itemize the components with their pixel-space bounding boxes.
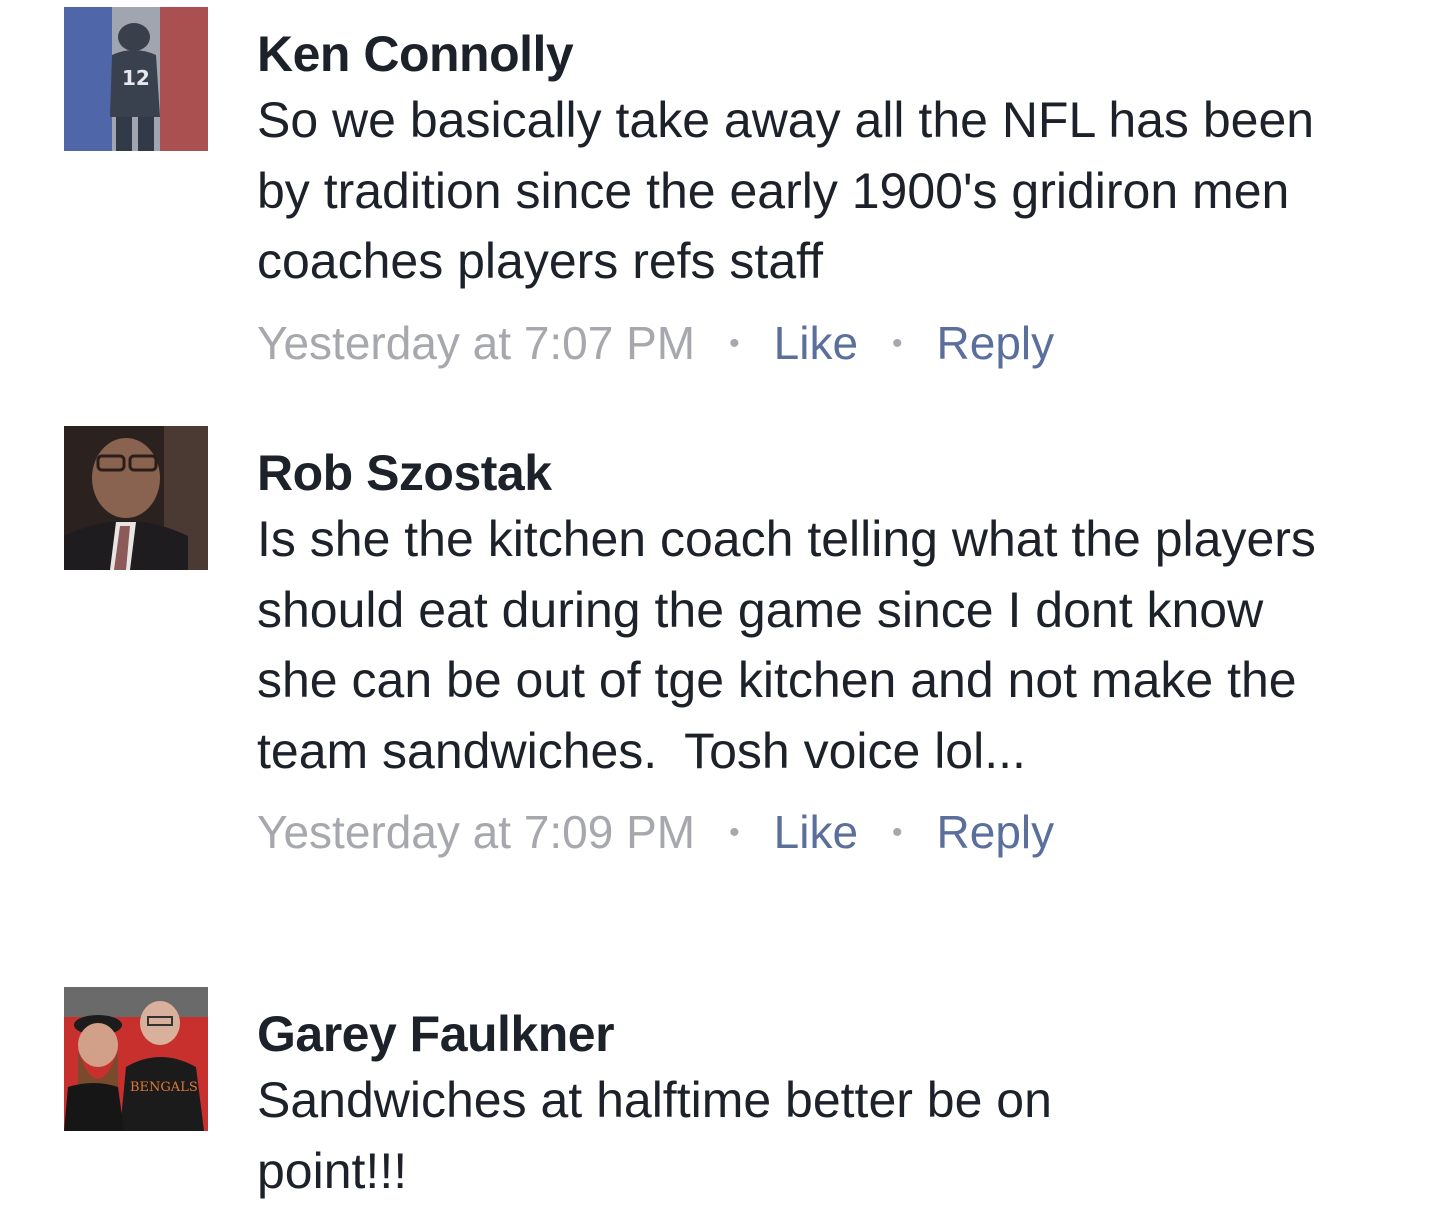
avatar[interactable] [64, 426, 208, 570]
comment-body: Rob Szostak Is she the kitchen coach tel… [257, 426, 1377, 863]
avatar[interactable]: BENGALS [64, 987, 208, 1131]
avatar-image: 12 [64, 7, 208, 151]
avatar-image: BENGALS [64, 987, 208, 1131]
comment-body: Garey Faulkner Sandwiches at halftime be… [257, 987, 1377, 1206]
separator-dot: • [729, 326, 740, 360]
separator-dot: • [729, 816, 740, 849]
avatar[interactable]: 12 [64, 7, 208, 151]
comment-meta: Yesterday at 7:07 PM • Like • Reply [257, 313, 1377, 374]
avatar-image [64, 426, 208, 570]
like-button[interactable]: Like [774, 806, 858, 858]
reply-button[interactable]: Reply [937, 806, 1055, 858]
comment-timestamp[interactable]: Yesterday at 7:07 PM [257, 317, 695, 369]
svg-text:BENGALS: BENGALS [130, 1080, 198, 1095]
like-button[interactable]: Like [774, 317, 858, 369]
comment-text: Sandwiches at halftime better be on poin… [257, 1072, 1066, 1199]
comment-timestamp[interactable]: Yesterday at 7:09 PM [257, 806, 695, 858]
comment-text: Is she the kitchen coach telling what th… [257, 511, 1330, 779]
separator-dot: • [892, 326, 903, 360]
comment-text: So we basically take away all the NFL ha… [257, 92, 1328, 289]
comment-author[interactable]: Ken Connolly [257, 27, 1377, 81]
reply-button[interactable]: Reply [937, 317, 1055, 369]
comment-body: Ken Connolly So we basically take away a… [257, 7, 1377, 374]
comment-author[interactable]: Garey Faulkner [257, 1007, 1377, 1061]
svg-text:12: 12 [122, 66, 150, 90]
comment-author[interactable]: Rob Szostak [257, 446, 1377, 500]
separator-dot: • [892, 816, 903, 849]
comment-meta: Yesterday at 7:09 PM • Like • Reply [257, 802, 1377, 863]
